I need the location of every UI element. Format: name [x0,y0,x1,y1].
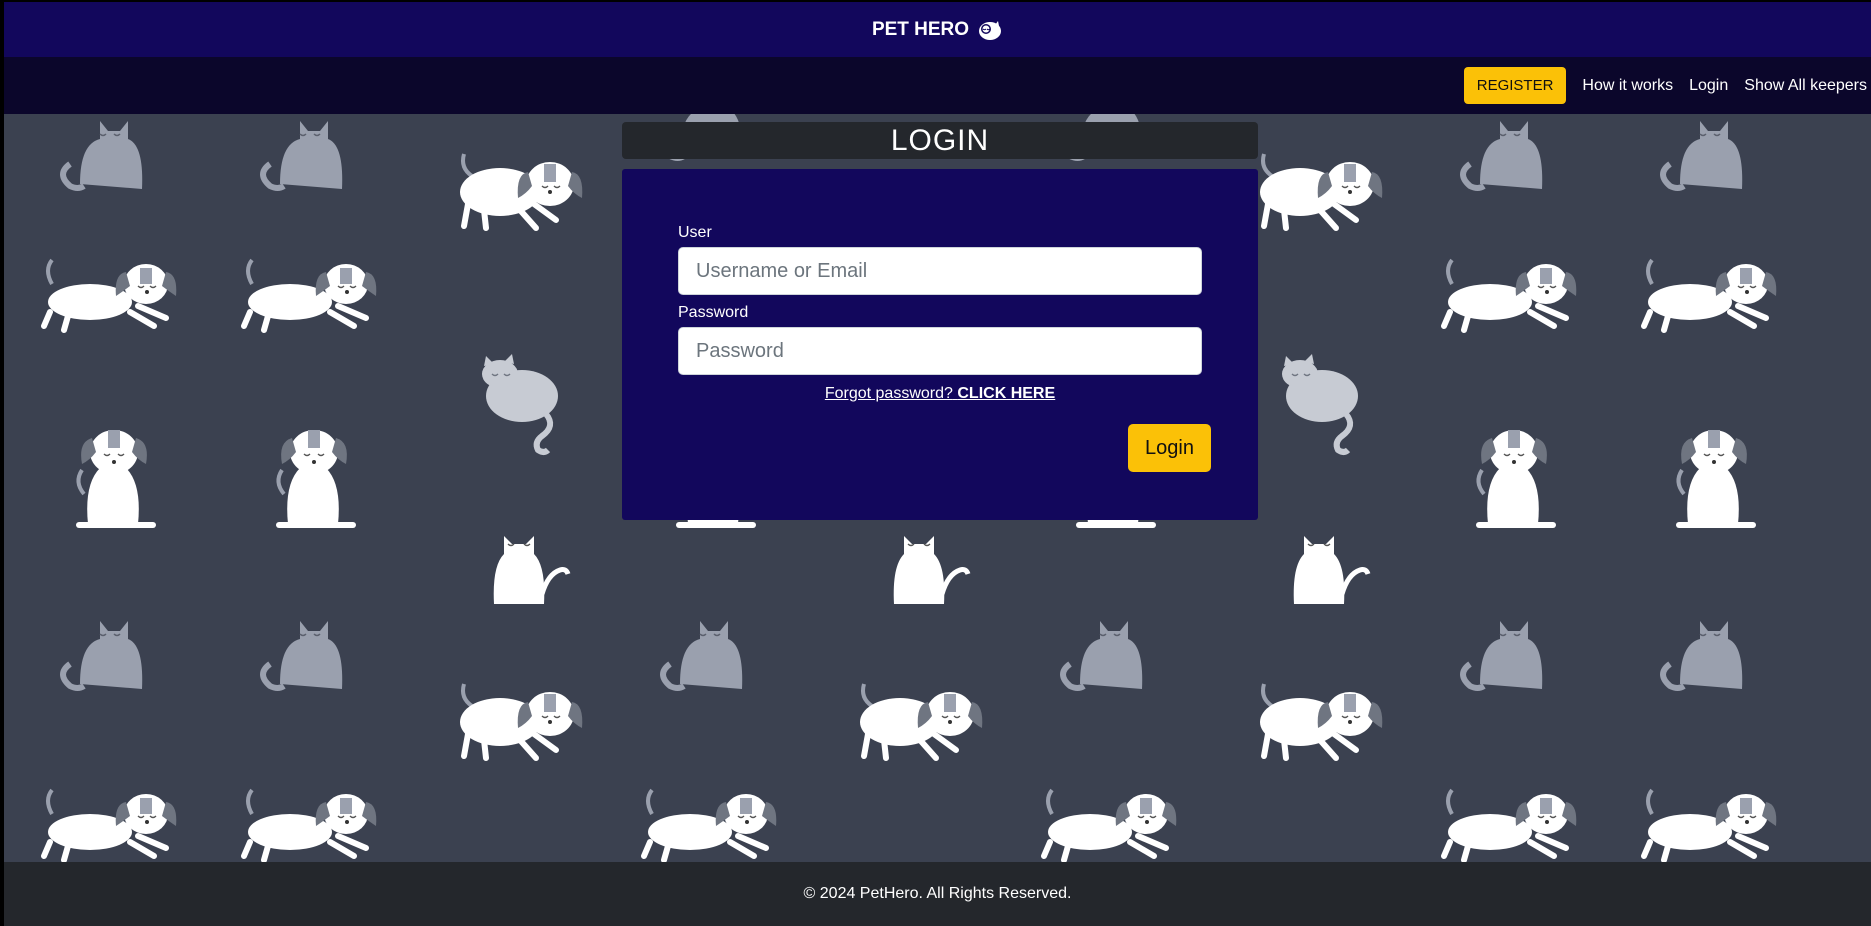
forgot-password: Forgot password? CLICK HERE [622,385,1258,403]
brand-title: PET HERO [871,18,970,40]
brand[interactable]: PET HERO [872,19,1003,41]
top-header: PET HERO [4,2,1871,57]
login-submit-button[interactable]: Login [1128,424,1211,472]
main-nav: REGISTER How it works Login Show All kee… [4,57,1871,114]
user-label: User [678,224,712,241]
sleeping-pet-icon [977,19,1003,41]
forgot-password-text: Forgot password? [824,385,953,402]
login-form: User Password Forgot password? CLICK HER… [622,169,1258,520]
footer: © 2024 PetHero. All Rights Reserved. [4,862,1871,926]
nav-show-all-keepers[interactable]: Show All keepers [1744,77,1867,95]
nav-login[interactable]: Login [1689,77,1728,95]
nav-how-it-works[interactable]: How it works [1582,77,1673,95]
password-label: Password [678,304,749,321]
password-input[interactable] [678,327,1202,375]
register-button[interactable]: REGISTER [1463,67,1567,104]
login-title: LOGIN [622,122,1258,159]
username-input[interactable] [678,247,1202,295]
forgot-password-link[interactable]: Forgot password? CLICK HERE [825,385,1055,402]
click-here-link: CLICK HERE [957,385,1056,402]
footer-copyright: © 2024 PetHero. All Rights Reserved. [803,885,1072,902]
